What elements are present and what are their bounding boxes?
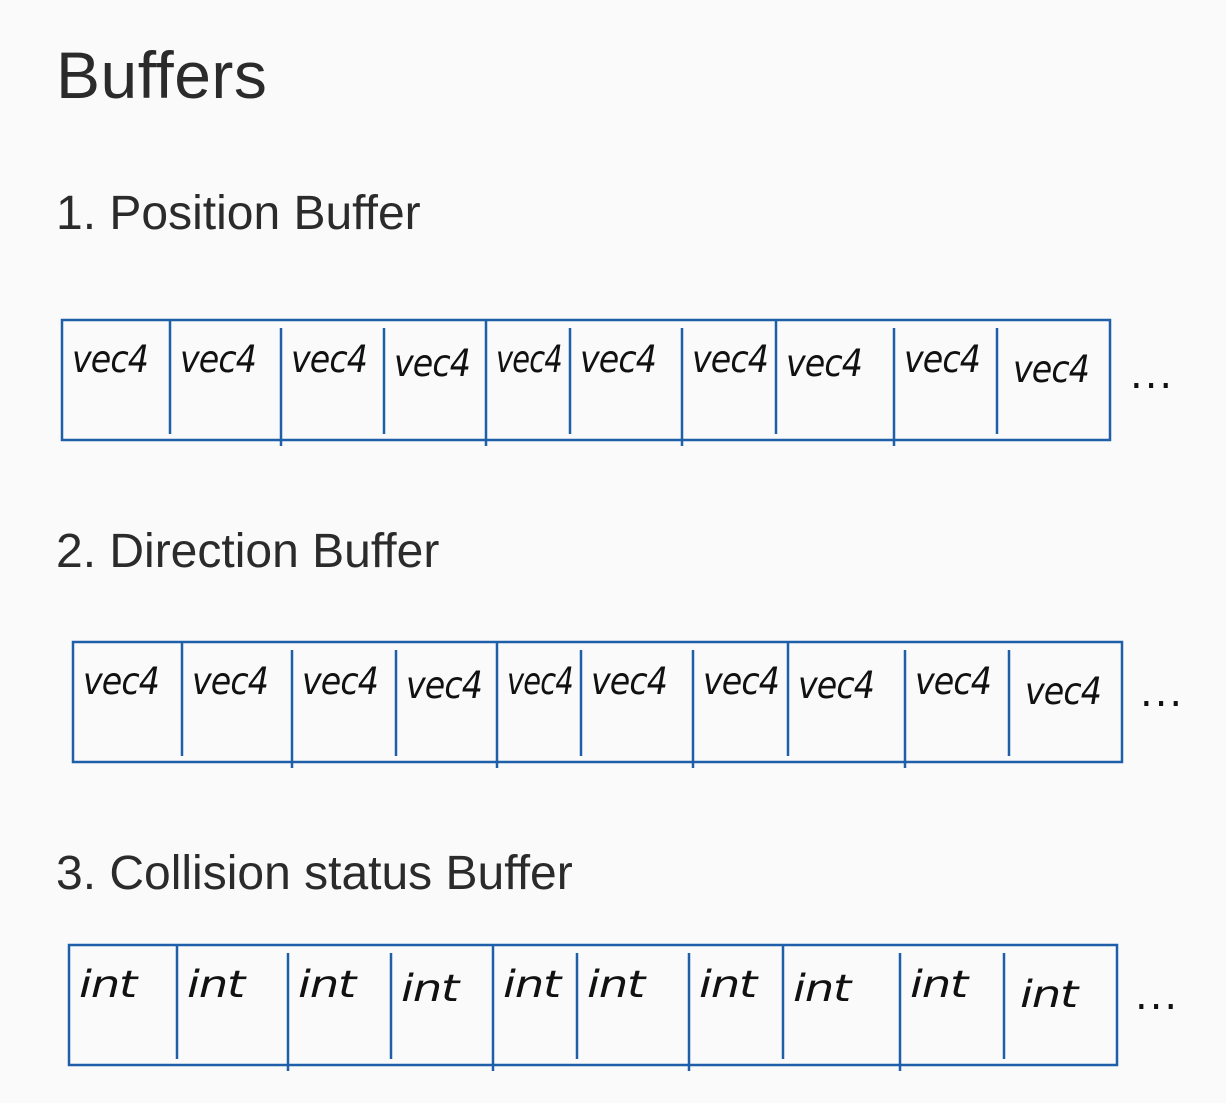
buffer-cell-label: int [298, 963, 358, 1006]
buffer-cell-label: int [699, 963, 759, 1006]
buffer-cell-label: vec4 [83, 660, 159, 703]
buffer-cell-label: vec4 [72, 338, 148, 381]
buffer-cell-label: int [79, 963, 139, 1006]
buffer-cell-label: int [1020, 973, 1080, 1016]
buffer-cell-label: vec4 [180, 338, 256, 381]
buffers-diagram: vec4 vec4 vec4 vec4 vec4 vec4 vec4 vec4 vec4 vec4… [60, 318, 1184, 1071]
buffer-cell-label: vec4 [591, 660, 667, 703]
buffer-cell-label: int [910, 963, 970, 1006]
buffer-cell-label: vec4 [302, 660, 378, 703]
buffer-continuation: ... [1135, 973, 1179, 1019]
buffer-cell-label: int [793, 967, 853, 1010]
buffer-cell-label: vec4 [580, 338, 656, 381]
position-buffer: vec4 vec4 vec4 vec4 vec4 vec4 vec4 vec4 vec4 vec4… [60, 318, 1174, 446]
buffer-continuation: ... [1140, 670, 1184, 716]
buffer-cell-label: vec4 [1025, 670, 1101, 713]
buffer-cell-label: vec4 [692, 338, 768, 381]
buffer-cell-label: vec4 [192, 660, 268, 703]
buffer-cell-label: vec4 [406, 664, 482, 707]
buffer-cell-label: int [503, 963, 563, 1006]
buffer-cell-label: int [187, 963, 247, 1006]
buffer-cell-label: vec4 [703, 660, 779, 703]
buffer-cell-label: vec4 [496, 338, 562, 381]
buffer-cell-label: vec4 [1013, 348, 1089, 391]
buffer-cell-label: vec4 [915, 660, 991, 703]
buffer-cell-label: int [587, 963, 647, 1006]
buffer-cell-label: int [401, 967, 461, 1010]
buffer-cell-label: vec4 [798, 664, 874, 707]
buffer-cell-label: vec4 [507, 660, 573, 703]
direction-buffer: vec4 vec4 vec4 vec4 vec4 vec4 vec4 vec4 vec4 vec4… [71, 640, 1184, 768]
buffer-cell-label: vec4 [291, 338, 367, 381]
buffer-continuation: ... [1130, 352, 1174, 398]
collision-buffer: int int int int int int int int int int... [67, 943, 1179, 1071]
buffer-cell-label: vec4 [394, 342, 470, 385]
buffer-cell-label: vec4 [904, 338, 980, 381]
buffer-cell-label: vec4 [786, 342, 862, 385]
